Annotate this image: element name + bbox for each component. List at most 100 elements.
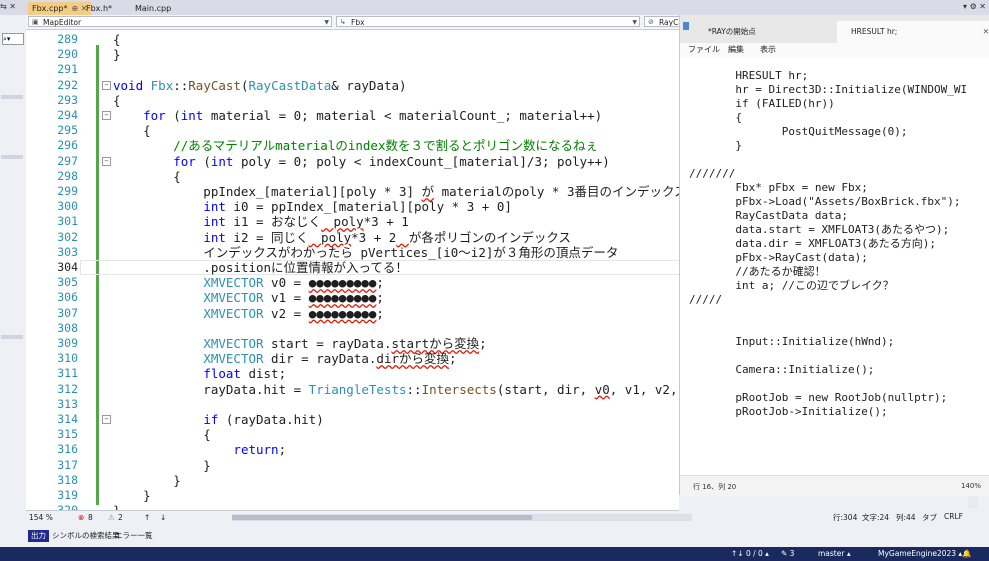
warning-count[interactable]: 2 xyxy=(118,513,123,522)
code-text[interactable]: for (int material = 0; material < materi… xyxy=(113,108,602,123)
branch-indicator[interactable]: master ▴ xyxy=(818,549,851,558)
code-text[interactable]: if (rayData.hit) xyxy=(113,412,323,427)
code-text[interactable]: XMVECTOR v1 = ●●●●●●●●●; xyxy=(113,290,384,305)
code-line[interactable]: 297 for (int poly = 0; poly < indexCount… xyxy=(26,154,679,169)
code-text[interactable]: rayData.hit = TriangleTests::Intersects(… xyxy=(113,382,679,397)
code-line[interactable]: 304 .positionに位置情報が入ってる！ xyxy=(26,260,679,275)
code-text[interactable]: .positionに位置情報が入ってる！ xyxy=(113,260,408,275)
error-icon[interactable]: ⊗ xyxy=(78,513,84,522)
code-text[interactable]: { xyxy=(113,169,181,184)
window-controls[interactable]: ▾ ⚙ ✕ xyxy=(963,2,986,11)
close-icon[interactable]: ✕ xyxy=(983,21,989,43)
notepad-line[interactable]: pFbx->Load("Assets/BoxBrick.fbx"); xyxy=(689,195,960,209)
edits-indicator[interactable]: ✎ 3 xyxy=(781,549,794,558)
code-text[interactable]: } xyxy=(113,458,211,473)
notepad-line[interactable]: //あたるか確認！ xyxy=(689,265,825,279)
code-text[interactable]: int i1 = おなじく poly*3 + 1 xyxy=(113,214,409,229)
collapse-icon[interactable]: − xyxy=(102,415,111,424)
code-text[interactable]: { xyxy=(113,123,151,138)
notepad-tab-ray[interactable]: *RAYの開始点● xyxy=(694,21,858,43)
code-line[interactable]: 289 { xyxy=(26,32,679,47)
nav-down-icon[interactable]: ↓ xyxy=(160,513,166,522)
code-line[interactable]: 312 rayData.hit = TriangleTests::Interse… xyxy=(26,382,679,397)
tab-fbx-h[interactable]: Fbx.h* xyxy=(82,2,116,15)
code-text[interactable]: } xyxy=(113,47,121,62)
code-line[interactable]: 298 { xyxy=(26,169,679,184)
menu-edit[interactable]: 編集 xyxy=(728,44,744,55)
changes-indicator[interactable]: ↑↓ 0 / 0 ▴ xyxy=(731,549,769,558)
eol-indicator[interactable]: CRLF xyxy=(944,512,963,521)
collapse-icon[interactable]: − xyxy=(102,156,111,166)
notepad-line[interactable]: Camera::Initialize(); xyxy=(689,363,874,377)
tab-indicator[interactable]: タブ xyxy=(922,512,937,523)
code-line[interactable]: 320} xyxy=(26,503,679,510)
code-text[interactable]: for (int poly = 0; poly < indexCount_[ma… xyxy=(113,154,610,169)
code-text[interactable]: int i2 = 同じく poly*3 + 2 が各ポリゴンのインデックス xyxy=(113,230,571,245)
horizontal-scrollbar[interactable] xyxy=(232,514,692,521)
notepad-line[interactable]: data.start = XMFLOAT3(あたるやつ); xyxy=(689,223,949,237)
code-text[interactable]: XMVECTOR start = rayData.startから変換; xyxy=(113,336,486,351)
code-line[interactable]: 319 } xyxy=(26,488,679,503)
code-line[interactable]: 310 XMVECTOR dir = rayData.dirから変換; xyxy=(26,351,679,366)
notepad-line[interactable]: RayCastData data; xyxy=(689,209,848,223)
code-text[interactable]: } xyxy=(113,473,181,488)
zoom-level[interactable]: 154 % xyxy=(29,513,53,522)
code-text[interactable]: { xyxy=(113,427,211,442)
code-text[interactable]: float dist; xyxy=(113,366,286,381)
code-line[interactable]: 314 if (rayData.hit) − xyxy=(26,412,679,427)
code-line[interactable]: 300 int i0 = ppIndex_[material][poly * 3… xyxy=(26,199,679,214)
code-line[interactable]: 308 xyxy=(26,321,679,336)
code-text[interactable]: XMVECTOR v2 = ●●●●●●●●●; xyxy=(113,306,384,321)
menu-file[interactable]: ファイル xyxy=(688,44,720,55)
code-line[interactable]: 296 //あるマテリアルmaterialのindex数を３で割るとポリゴン数に… xyxy=(26,138,679,153)
notepad-line[interactable]: pRootJob->Initialize(); xyxy=(689,405,887,419)
notepad-line[interactable]: PostQuitMessage(0); xyxy=(689,125,908,139)
code-line[interactable]: 294 for (int material = 0; material < ma… xyxy=(26,108,679,123)
code-line[interactable]: 305 XMVECTOR v0 = ●●●●●●●●●; xyxy=(26,275,679,290)
code-text[interactable]: //あるマテリアルmaterialのindex数を３で割るとポリゴン数になるねぇ xyxy=(113,138,598,153)
notification-icon[interactable]: 🔔 xyxy=(962,549,971,558)
notepad-line[interactable]: } xyxy=(689,139,742,153)
code-text[interactable]: { xyxy=(113,32,121,47)
scope-dropdown[interactable]: ↳ Fbx ▼ xyxy=(336,16,640,27)
notepad-line[interactable]: /////// xyxy=(689,167,735,181)
error-count[interactable]: 8 xyxy=(88,513,93,522)
tab-error-list[interactable]: エラー一覧 xyxy=(112,530,156,542)
member-dropdown[interactable]: ⊘RayCast xyxy=(644,16,684,27)
tab-strip-controls[interactable]: ⇆ ✕ xyxy=(0,2,26,15)
code-text[interactable]: インデックスがわかったら pVertices_[i0～i2]が３角形の頂点データ xyxy=(113,245,618,260)
notepad-line[interactable]: if (FAILED(hr)) xyxy=(689,97,834,111)
code-text[interactable]: } xyxy=(113,503,121,510)
code-line[interactable]: 292 void Fbx::RayCast(RayCastData& rayDat… xyxy=(26,78,679,93)
code-line[interactable]: 306 XMVECTOR v1 = ●●●●●●●●●; xyxy=(26,290,679,305)
code-line[interactable]: 291 xyxy=(26,62,679,77)
code-line[interactable]: 293 { xyxy=(26,93,679,108)
code-line[interactable]: 301 int i1 = おなじく poly*3 + 1 xyxy=(26,214,679,229)
code-line[interactable]: 311 float dist; xyxy=(26,366,679,381)
code-text[interactable]: return; xyxy=(113,442,286,457)
code-line[interactable]: 317 } xyxy=(26,458,679,473)
code-text[interactable]: void Fbx::RayCast(RayCastData& rayData) xyxy=(113,78,407,93)
search-icon[interactable]: ⌕▾ xyxy=(2,33,24,45)
scroll-thumb[interactable] xyxy=(232,515,532,520)
project-dropdown[interactable]: ▣ MapEditor ▼ xyxy=(28,16,332,27)
code-line[interactable]: 295 { xyxy=(26,123,679,138)
notepad-line[interactable]: data.dir = XMFLOAT3(あたる方向); xyxy=(689,237,936,251)
code-line[interactable]: 303 インデックスがわかったら pVertices_[i0～i2]が３角形の頂… xyxy=(26,245,679,260)
code-line[interactable]: 316 return; xyxy=(26,442,679,457)
nav-up-icon[interactable]: ↑ xyxy=(144,513,150,522)
menu-view[interactable]: 表示 xyxy=(760,44,776,55)
code-text[interactable]: } xyxy=(113,488,151,503)
code-line[interactable]: 299 ppIndex_[material][poly * 3] が mater… xyxy=(26,184,679,199)
code-line[interactable]: 309 XMVECTOR start = rayData.startから変換; xyxy=(26,336,679,351)
collapse-icon[interactable]: − xyxy=(102,111,111,120)
code-text[interactable]: XMVECTOR dir = rayData.dirから変換; xyxy=(113,351,456,366)
collapse-icon[interactable]: − xyxy=(102,80,111,90)
notepad-line[interactable]: int a; //この辺でブレイク？ xyxy=(689,279,893,293)
code-text[interactable]: XMVECTOR v0 = ●●●●●●●●●; xyxy=(113,275,384,290)
notepad-line[interactable]: Fbx* pFbx = new Fbx; xyxy=(689,181,867,195)
warning-icon[interactable]: ⚠ xyxy=(108,513,115,522)
code-text[interactable]: int i0 = ppIndex_[material][poly * 3 + 0… xyxy=(113,199,512,214)
code-line[interactable]: 302 int i2 = 同じく poly*3 + 2 が各ポリゴンのインデック… xyxy=(26,230,679,245)
code-text[interactable]: { xyxy=(113,93,121,108)
